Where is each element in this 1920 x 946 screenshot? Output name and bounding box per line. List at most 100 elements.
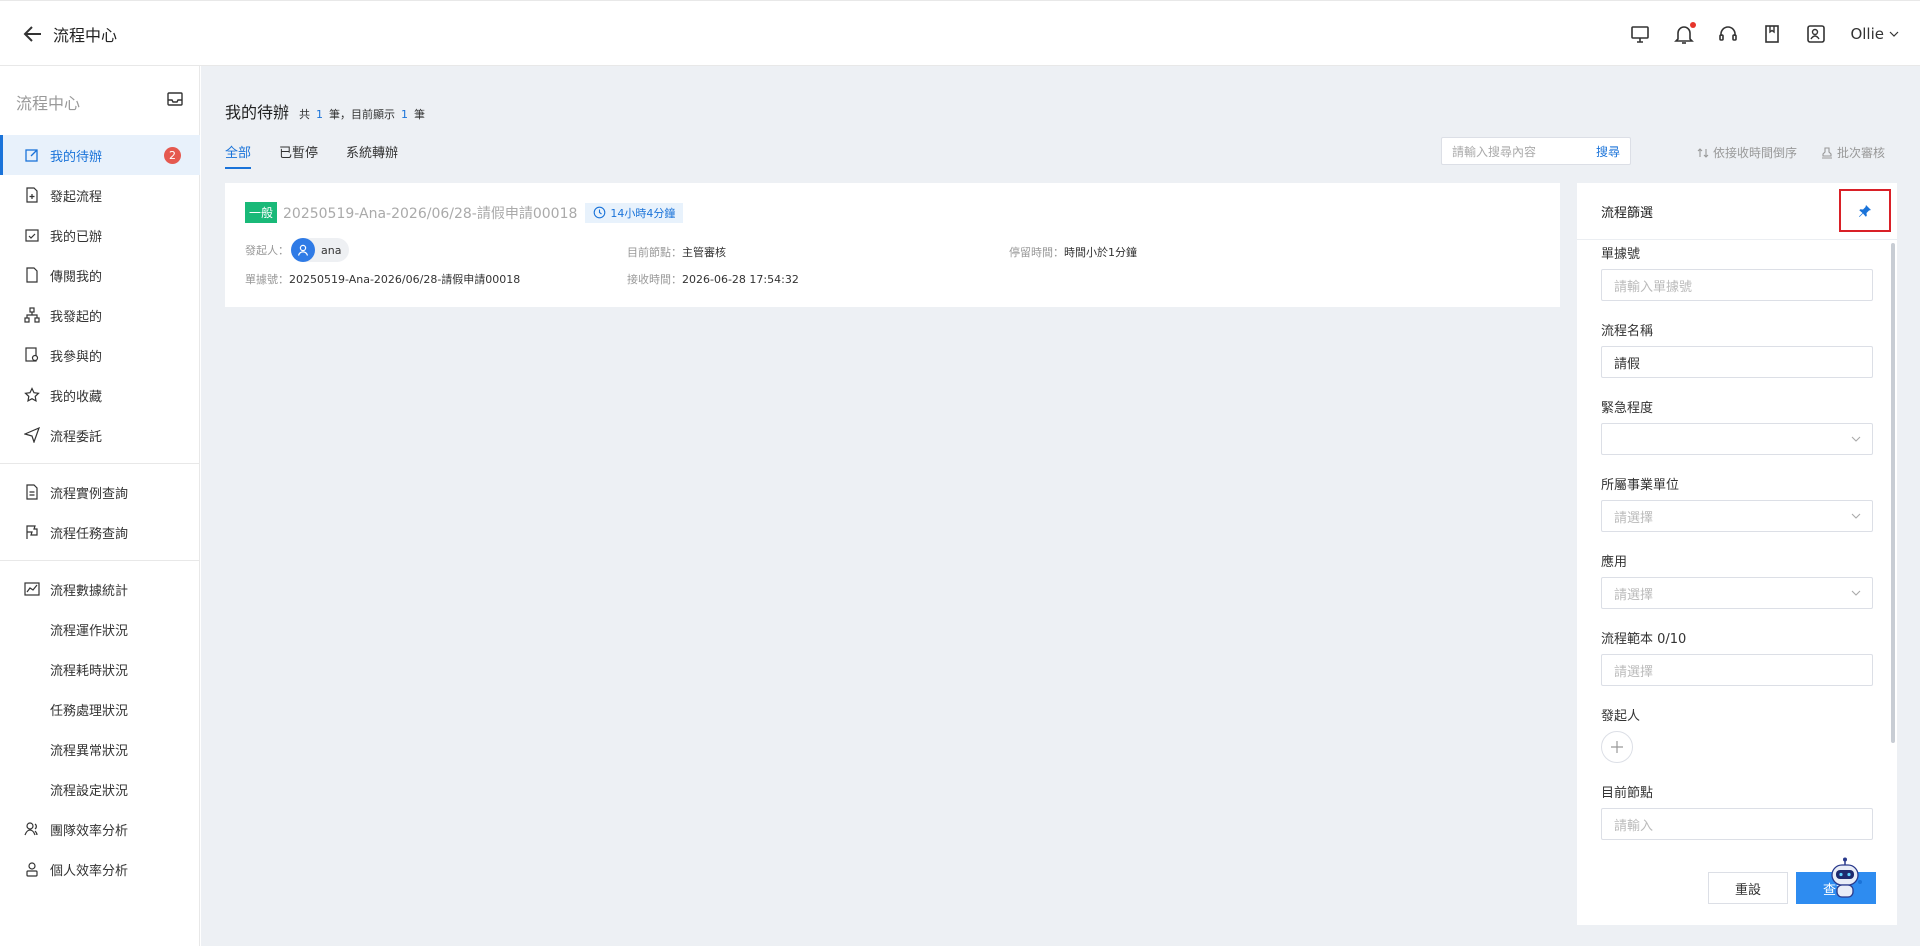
node-row: 目前節點： 主管審核 xyxy=(627,244,726,260)
count-mid: 筆，目前顯示 xyxy=(329,108,396,121)
sidebar-item-exceptions[interactable]: 流程異常狀況 xyxy=(0,729,200,769)
sort-icon xyxy=(1697,147,1709,158)
initiator-row: 發起人： ana xyxy=(245,238,350,262)
org-chart-icon xyxy=(24,307,40,323)
urgency-select[interactable] xyxy=(1601,423,1873,455)
user-switch-icon[interactable] xyxy=(1804,22,1828,46)
sort-label: 依接收時間倒序 xyxy=(1713,146,1798,160)
user-menu[interactable]: Ollie xyxy=(1850,25,1900,43)
initiator-label: 發起人： xyxy=(245,244,289,257)
sidebar-item-label: 任務處理狀況 xyxy=(50,703,129,719)
recv-value: 2026-06-28 17:54:32 xyxy=(682,272,799,286)
app-filter-label: 應用 xyxy=(1601,555,1628,570)
tab-all[interactable]: 全部 xyxy=(225,142,252,169)
sidebar-item-initiated[interactable]: 我發起的 xyxy=(0,295,200,335)
unit-select[interactable]: 請選擇 xyxy=(1601,500,1873,532)
sidebar-item-done[interactable]: 我的已辦 xyxy=(0,215,200,255)
node-label: 目前節點： xyxy=(627,246,682,259)
sidebar-item-favorites[interactable]: 我的收藏 xyxy=(0,375,200,415)
send-icon xyxy=(24,427,40,443)
header-actions: Ollie xyxy=(1608,1,1920,67)
line-chart-icon xyxy=(24,581,40,597)
user-icon xyxy=(297,244,309,256)
page-title: 我的待辦 共 1 筆，目前顯示 1 筆 xyxy=(225,99,425,123)
doc-label: 單據號： xyxy=(245,273,289,286)
clock-icon xyxy=(594,206,606,219)
file-text-icon xyxy=(24,484,40,500)
inbox-icon[interactable] xyxy=(166,90,184,112)
sidebar-item-personal-efficiency[interactable]: 個人效率分析 xyxy=(0,849,200,889)
sidebar-item-label: 我的待辦 xyxy=(50,149,103,165)
search-input[interactable]: 請輸入搜尋內容 xyxy=(1442,143,1596,160)
doc-filter-label: 單據號 xyxy=(1601,247,1641,262)
app-title: 流程中心 xyxy=(53,26,118,45)
search-button[interactable]: 搜尋 xyxy=(1596,143,1630,160)
doc-row: 單據號： 20250519-Ana-2026/06/28-請假申請00018 xyxy=(245,271,520,287)
template-select[interactable]: 請選擇 xyxy=(1601,654,1873,686)
reset-button[interactable]: 重設 xyxy=(1708,872,1788,904)
avatar xyxy=(291,238,315,262)
filter-scrollbar[interactable] xyxy=(1891,243,1895,743)
book-icon[interactable] xyxy=(1760,22,1784,46)
top-bar: 流程中心 Ollie xyxy=(0,0,1920,66)
sidebar-item-task-query[interactable]: 流程任務查詢 xyxy=(0,512,200,552)
doc-filter-input[interactable]: 請輸入單據號 xyxy=(1601,269,1873,301)
assistant-robot-icon[interactable] xyxy=(1826,857,1864,901)
sidebar-item-label: 流程委託 xyxy=(50,429,103,445)
node-filter-label: 目前節點 xyxy=(1601,786,1654,801)
sidebar-menu: 我的待辦 2 發起流程 我的已辦 傳閱我的 我發起的 我參與的 我的收藏 流程委… xyxy=(0,135,200,889)
sidebar-item-settings[interactable]: 流程設定狀況 xyxy=(0,769,200,809)
sidebar-item-my-todo[interactable]: 我的待辦 2 xyxy=(0,135,200,175)
sidebar: 流程中心 我的待辦 2 發起流程 我的已辦 傳閱我的 我發起的 我參與的 我的收… xyxy=(0,66,200,946)
name-filter-input[interactable]: 請假 xyxy=(1601,346,1873,378)
filter-divider xyxy=(1577,239,1897,240)
unit-placeholder: 請選擇 xyxy=(1614,510,1654,526)
plus-icon xyxy=(1611,741,1623,753)
sidebar-item-team-efficiency[interactable]: 團隊效率分析 xyxy=(0,809,200,849)
sidebar-item-label: 團隊效率分析 xyxy=(50,823,129,839)
sidebar-item-statistics[interactable]: 流程數據統計 xyxy=(0,569,200,609)
tab-paused[interactable]: 已暫停 xyxy=(279,142,318,169)
back-arrow-icon[interactable] xyxy=(22,23,44,45)
batch-approve-button[interactable]: 批次審核 xyxy=(1821,144,1885,161)
sidebar-item-duration[interactable]: 流程耗時狀況 xyxy=(0,649,200,689)
document-icon xyxy=(24,267,40,283)
flag-icon xyxy=(24,524,40,540)
sidebar-item-delegate[interactable]: 流程委託 xyxy=(0,415,200,455)
initiator-filter-label: 發起人 xyxy=(1601,709,1641,724)
sidebar-item-instance-query[interactable]: 流程實例查詢 xyxy=(0,472,200,512)
sidebar-title: 流程中心 xyxy=(16,94,81,113)
star-icon xyxy=(24,387,40,403)
sidebar-item-participated[interactable]: 我參與的 xyxy=(0,335,200,375)
sidebar-item-label: 發起流程 xyxy=(50,189,103,205)
duration-text: 14小時4分鐘 xyxy=(610,206,676,220)
sidebar-item-label: 流程耗時狀況 xyxy=(50,663,129,679)
unit-filter-label: 所屬事業單位 xyxy=(1601,478,1680,493)
sidebar-item-label: 我的已辦 xyxy=(50,229,103,245)
sidebar-item-task-handling[interactable]: 任務處理狀況 xyxy=(0,689,200,729)
node-filter-input[interactable]: 請輸入 xyxy=(1601,808,1873,840)
card-title[interactable]: 20250519-Ana-2026/06/28-請假申請00018 xyxy=(283,203,577,223)
tab-system-transfer[interactable]: 系統轉辦 xyxy=(346,142,398,169)
sidebar-item-label: 流程異常狀況 xyxy=(50,743,129,759)
pin-icon xyxy=(1859,204,1871,217)
sidebar-item-circulated[interactable]: 傳閱我的 xyxy=(0,255,200,295)
sidebar-item-start-process[interactable]: 發起流程 xyxy=(0,175,200,215)
monitor-icon[interactable] xyxy=(1628,22,1652,46)
filter-panel: 流程篩選 單據號 請輸入單據號 流程名稱 請假 緊急程度 所屬事業單位 請選擇 … xyxy=(1577,183,1897,925)
add-initiator-button[interactable] xyxy=(1601,731,1633,763)
pin-button[interactable] xyxy=(1839,189,1891,232)
chevron-down-icon xyxy=(1851,436,1861,442)
count-suffix: 筆 xyxy=(414,108,426,121)
sort-button[interactable]: 依接收時間倒序 xyxy=(1697,144,1797,161)
sidebar-divider xyxy=(0,463,200,464)
sidebar-divider xyxy=(0,560,200,561)
batch-label: 批次審核 xyxy=(1837,146,1886,160)
sidebar-item-operation[interactable]: 流程運作狀況 xyxy=(0,609,200,649)
headset-icon[interactable] xyxy=(1716,22,1740,46)
file-add-icon xyxy=(24,187,40,203)
todo-card[interactable]: 一般 20250519-Ana-2026/06/28-請假申請00018 14小… xyxy=(225,183,1560,307)
app-select[interactable]: 請選擇 xyxy=(1601,577,1873,609)
priority-tag: 一般 xyxy=(245,202,278,223)
bell-icon[interactable] xyxy=(1672,22,1697,46)
